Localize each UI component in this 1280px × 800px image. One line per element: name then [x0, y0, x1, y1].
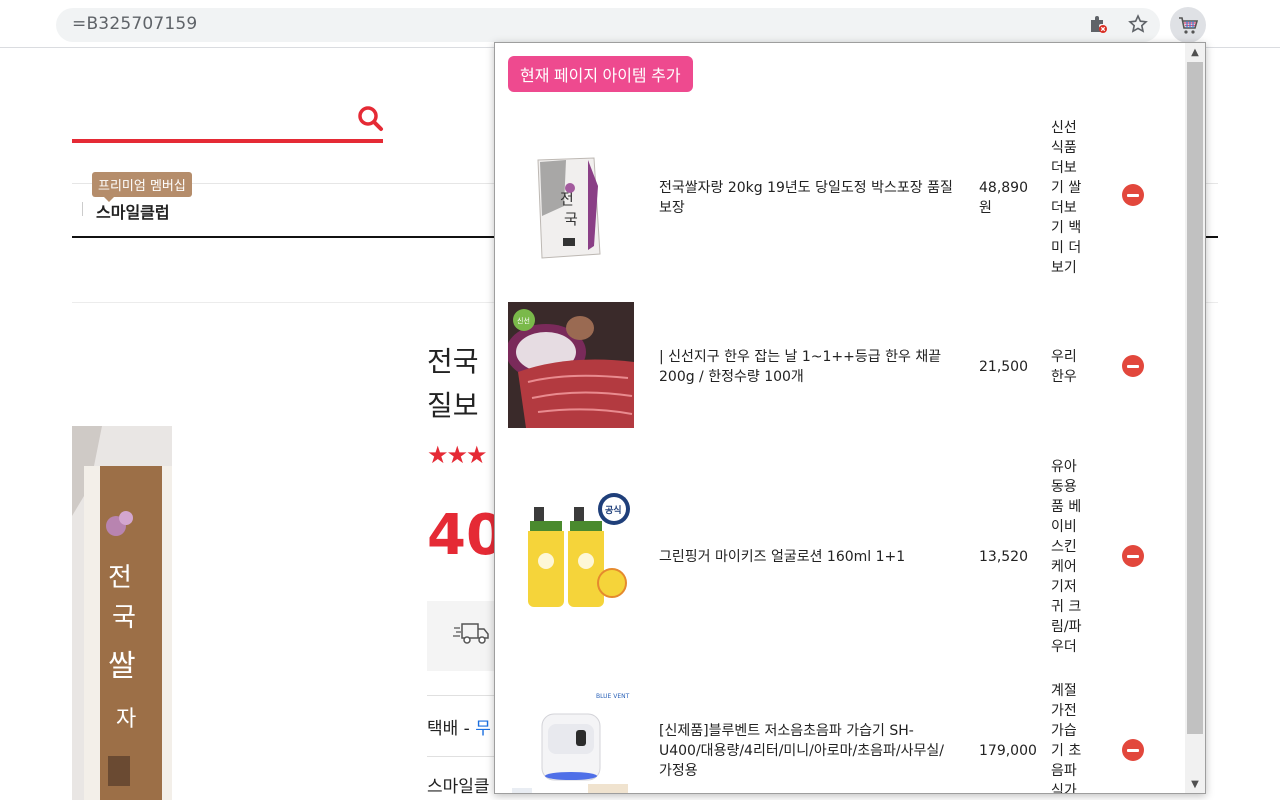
svg-text:국: 국: [564, 210, 578, 228]
shipping-value: 무: [475, 719, 491, 739]
product-thumbnail[interactable]: 신선: [508, 302, 634, 428]
svg-text:공식: 공식: [605, 504, 622, 516]
svg-text:자: 자: [116, 707, 136, 732]
item-price: 48,890원: [979, 180, 1028, 216]
item-name: | 신선지구 한우 잡는 날 1~1++등급 한우 채끝 200g / 한정수량…: [659, 349, 942, 385]
product-title-line-1: 전국: [427, 345, 479, 378]
scrollbar-thumb[interactable]: [1187, 62, 1203, 734]
search-icon[interactable]: [356, 104, 384, 136]
cart-extension-button[interactable]: [1170, 7, 1206, 43]
item-price: 21,500: [979, 359, 1028, 375]
item-category: 계절가전 가습기 초음파 식가: [1051, 683, 1082, 794]
item-price: 179,000: [979, 743, 1037, 759]
shipping-label: 택배 -: [427, 719, 476, 739]
item-name: 그린핑거 마이키즈 얼굴로션 160ml 1+1: [659, 549, 906, 565]
item-category: 유아동용품 베이비스킨케어 기저귀 크림/파우더: [1051, 459, 1082, 655]
svg-text:쌀: 쌀: [108, 649, 136, 684]
item-category: 우리한우: [1051, 349, 1077, 385]
svg-text:BLUE VENT: BLUE VENT: [596, 693, 630, 700]
premium-membership-badge: 프리미엄 멤버십: [92, 172, 192, 202]
remove-item-icon[interactable]: [1122, 739, 1144, 761]
scroll-down-arrow-icon[interactable]: ▼: [1185, 775, 1205, 793]
item-category: 신선식품 더보기 쌀 더보기 백미 더보기: [1051, 120, 1082, 276]
popup-scrollbar[interactable]: ▲ ▼: [1185, 43, 1205, 793]
remove-item-icon[interactable]: [1122, 355, 1144, 377]
product-title-line-2: 질보: [427, 389, 479, 422]
product-thumbnail[interactable]: 전 국: [508, 146, 634, 272]
product-thumbnail[interactable]: 공식: [508, 491, 634, 617]
scroll-up-arrow-icon[interactable]: ▲: [1185, 43, 1205, 61]
address-bar[interactable]: [56, 8, 1160, 42]
list-item: 공식 그린핑거 마이키즈 얼굴로션 160ml 1+1 13,520 유아동용품…: [495, 451, 1185, 661]
item-name: 전국쌀자랑 20kg 19년도 당일도정 박스포장 품질보장: [659, 180, 953, 216]
svg-text:신선: 신선: [517, 316, 530, 325]
search-input-underline[interactable]: [72, 139, 383, 143]
nav-separator: [82, 202, 83, 216]
bookmark-star-icon[interactable]: [1126, 12, 1150, 36]
svg-text:국: 국: [112, 603, 136, 633]
smile-info: 스마일클: [427, 777, 490, 797]
list-item: 신선 | 신선지구 한우 잡는 날 1~1++등급 한우 채끝 200g / 한…: [495, 301, 1185, 431]
product-image[interactable]: 전 국 쌀 자: [72, 426, 172, 800]
svg-text:전: 전: [560, 190, 574, 208]
list-item: BLUE VENT [신제품]블루벤트 저소음초음파 가습기 SH-U400/대…: [495, 671, 1185, 794]
svg-text:전: 전: [108, 563, 132, 593]
browser-toolbar: =B325707159: [0, 0, 1280, 48]
cart-extension-popup: 현재 페이지 아이템 추가 전 국 전국쌀자랑 20kg 19년도 당일도정 박…: [494, 42, 1206, 794]
list-item: 전 국 전국쌀자랑 20kg 19년도 당일도정 박스포장 품질보장 48,89…: [495, 120, 1185, 301]
truck-icon: [452, 618, 490, 652]
rating-stars: ★★★: [427, 441, 488, 469]
shopping-cart-icon: [1179, 17, 1199, 34]
shipping-info: 택배 - 무: [427, 714, 491, 739]
address-bar-url[interactable]: =B325707159: [72, 14, 197, 34]
extension-blocked-icon[interactable]: [1086, 12, 1110, 36]
add-current-page-item-button[interactable]: 현재 페이지 아이템 추가: [508, 56, 693, 92]
nav-item-smile-club[interactable]: 스마일클럽: [96, 199, 170, 223]
remove-item-icon[interactable]: [1122, 545, 1144, 567]
remove-item-icon[interactable]: [1122, 184, 1144, 206]
product-thumbnail[interactable]: BLUE VENT: [508, 688, 634, 793]
item-price: 13,520: [979, 549, 1028, 565]
item-name: [신제품]블루벤트 저소음초음파 가습기 SH-U400/대용량/4리터/미니/…: [659, 723, 944, 779]
